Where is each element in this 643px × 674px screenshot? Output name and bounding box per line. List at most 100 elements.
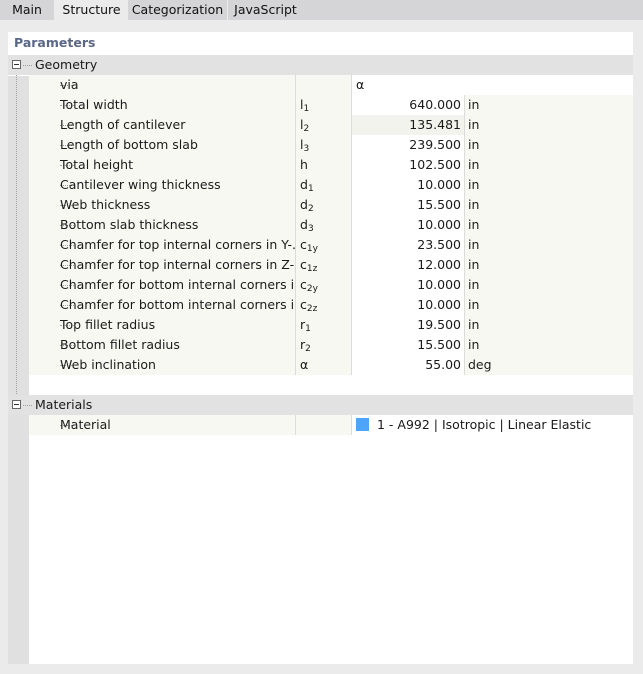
param-label: Top fillet radius — [60, 317, 156, 332]
symbol-subscript: 2z — [306, 304, 318, 314]
param-unit: in — [464, 95, 633, 115]
param-symbol: d1 — [295, 175, 351, 195]
symbol-base: α — [300, 357, 309, 372]
param-label: Total width — [60, 97, 128, 112]
param-unit: in — [464, 195, 633, 215]
param-label: via — [60, 77, 79, 92]
symbol-subscript: 1 — [305, 324, 311, 334]
param-row[interactable]: Top fillet radius r1 19.500 in — [29, 315, 633, 335]
param-label: Chamfer for bottom internal corners i... — [60, 297, 307, 312]
param-unit: in — [464, 155, 633, 175]
param-value[interactable]: 640.000 — [351, 95, 464, 115]
symbol-subscript: 2 — [303, 124, 310, 134]
param-unit: in — [464, 295, 633, 315]
panel-title: Parameters — [14, 35, 96, 50]
param-row[interactable]: Cantilever wing thickness d1 10.000 in — [29, 175, 633, 195]
param-symbol — [295, 75, 351, 95]
symbol-base: c — [300, 257, 307, 272]
param-row[interactable]: Total width l1 640.000 in — [29, 95, 633, 115]
material-color-swatch-icon — [356, 418, 369, 431]
via-value[interactable]: α — [351, 75, 633, 95]
tab-main[interactable]: Main — [0, 0, 54, 20]
symbol-base: d — [300, 217, 308, 232]
param-unit: in — [464, 175, 633, 195]
symbol-subscript: 3 — [303, 144, 310, 154]
param-label: Material — [60, 417, 111, 432]
param-row[interactable]: Chamfer for bottom internal corners i...… — [29, 275, 633, 295]
param-unit: in — [464, 275, 633, 295]
tab-structure[interactable]: Structure — [55, 0, 128, 20]
symbol-subscript: 2 — [305, 344, 311, 354]
param-value[interactable]: 10.000 — [351, 275, 464, 295]
param-unit: in — [464, 115, 633, 135]
symbol-base: c — [300, 237, 307, 252]
param-symbol: c1z — [295, 255, 351, 275]
param-symbol: l1 — [295, 95, 351, 115]
symbol-subscript: 1 — [303, 104, 310, 114]
tab-bar-filler — [303, 0, 643, 20]
parameters-panel: Parameters Geometry via α Total width l1 6… — [8, 32, 633, 664]
param-label: Bottom fillet radius — [60, 337, 180, 352]
material-value[interactable]: 1 - A992 | Isotropic | Linear Elastic — [351, 415, 633, 435]
param-label: Chamfer for bottom internal corners i... — [60, 277, 307, 292]
param-symbol: d2 — [295, 195, 351, 215]
symbol-subscript: 1y — [306, 244, 318, 254]
symbol-base: h — [300, 157, 308, 172]
param-row[interactable]: Chamfer for bottom internal corners i...… — [29, 295, 633, 315]
param-value[interactable]: 23.500 — [351, 235, 464, 255]
param-value[interactable]: 102.500 — [351, 155, 464, 175]
param-row[interactable]: Chamfer for top internal corners in Y-..… — [29, 235, 633, 255]
param-symbol — [295, 415, 351, 435]
param-row[interactable]: Length of bottom slab l3 239.500 in — [29, 135, 633, 155]
param-value[interactable]: 10.000 — [351, 175, 464, 195]
param-label: Bottom slab thickness — [60, 217, 199, 232]
section-geometry[interactable]: Geometry — [8, 55, 633, 75]
param-row[interactable]: Length of cantilever l2 135.481 in — [29, 115, 633, 135]
tab-javascript[interactable]: JavaScript — [228, 0, 303, 20]
param-symbol: α — [295, 355, 351, 375]
param-value[interactable]: 10.000 — [351, 295, 464, 315]
param-row[interactable]: Web thickness d2 15.500 in — [29, 195, 633, 215]
param-row[interactable]: Bottom fillet radius r2 15.500 in — [29, 335, 633, 355]
param-unit: in — [464, 335, 633, 355]
symbol-base: d — [300, 197, 308, 212]
param-value[interactable]: 15.500 — [351, 335, 464, 355]
tree-connector — [23, 405, 32, 406]
param-value[interactable]: 10.000 — [351, 215, 464, 235]
param-value[interactable]: 135.481 — [351, 115, 464, 135]
param-row-material[interactable]: Material 1 - A992 | Isotropic | Linear E… — [29, 415, 633, 435]
section-label: Materials — [35, 397, 93, 412]
tab-categorization[interactable]: Categorization — [128, 0, 227, 20]
param-row[interactable]: Web inclination α 55.00 deg — [29, 355, 633, 375]
param-row-via[interactable]: via α — [29, 75, 633, 95]
param-value[interactable]: 19.500 — [351, 315, 464, 335]
param-value[interactable]: 15.500 — [351, 195, 464, 215]
param-row[interactable]: Bottom slab thickness d3 10.000 in — [29, 215, 633, 235]
symbol-subscript: 1 — [307, 184, 314, 194]
material-text: 1 - A992 | Isotropic | Linear Elastic — [377, 417, 592, 432]
param-row[interactable]: Total height h 102.500 in — [29, 155, 633, 175]
symbol-base: d — [300, 177, 308, 192]
section-label: Geometry — [35, 57, 98, 72]
param-symbol: c2z — [295, 295, 351, 315]
param-symbol: h — [295, 155, 351, 175]
param-unit: in — [464, 135, 633, 155]
param-symbol: r1 — [295, 315, 351, 335]
param-symbol: c1y — [295, 235, 351, 255]
param-value[interactable]: 55.00 — [351, 355, 464, 375]
param-label: Chamfer for top internal corners in Y-..… — [60, 237, 304, 252]
param-symbol: l3 — [295, 135, 351, 155]
collapse-icon[interactable] — [12, 60, 21, 69]
symbol-base: c — [300, 277, 307, 292]
tree-gutter — [8, 76, 29, 664]
param-value[interactable]: 12.000 — [351, 255, 464, 275]
collapse-icon[interactable] — [12, 400, 21, 409]
param-symbol: r2 — [295, 335, 351, 355]
param-value[interactable]: 239.500 — [351, 135, 464, 155]
symbol-subscript: 1z — [306, 264, 318, 274]
section-materials[interactable]: Materials — [8, 395, 633, 415]
symbol-subscript: 2 — [307, 204, 314, 214]
tree-line — [16, 74, 17, 398]
param-unit: in — [464, 215, 633, 235]
param-row[interactable]: Chamfer for top internal corners in Z-..… — [29, 255, 633, 275]
